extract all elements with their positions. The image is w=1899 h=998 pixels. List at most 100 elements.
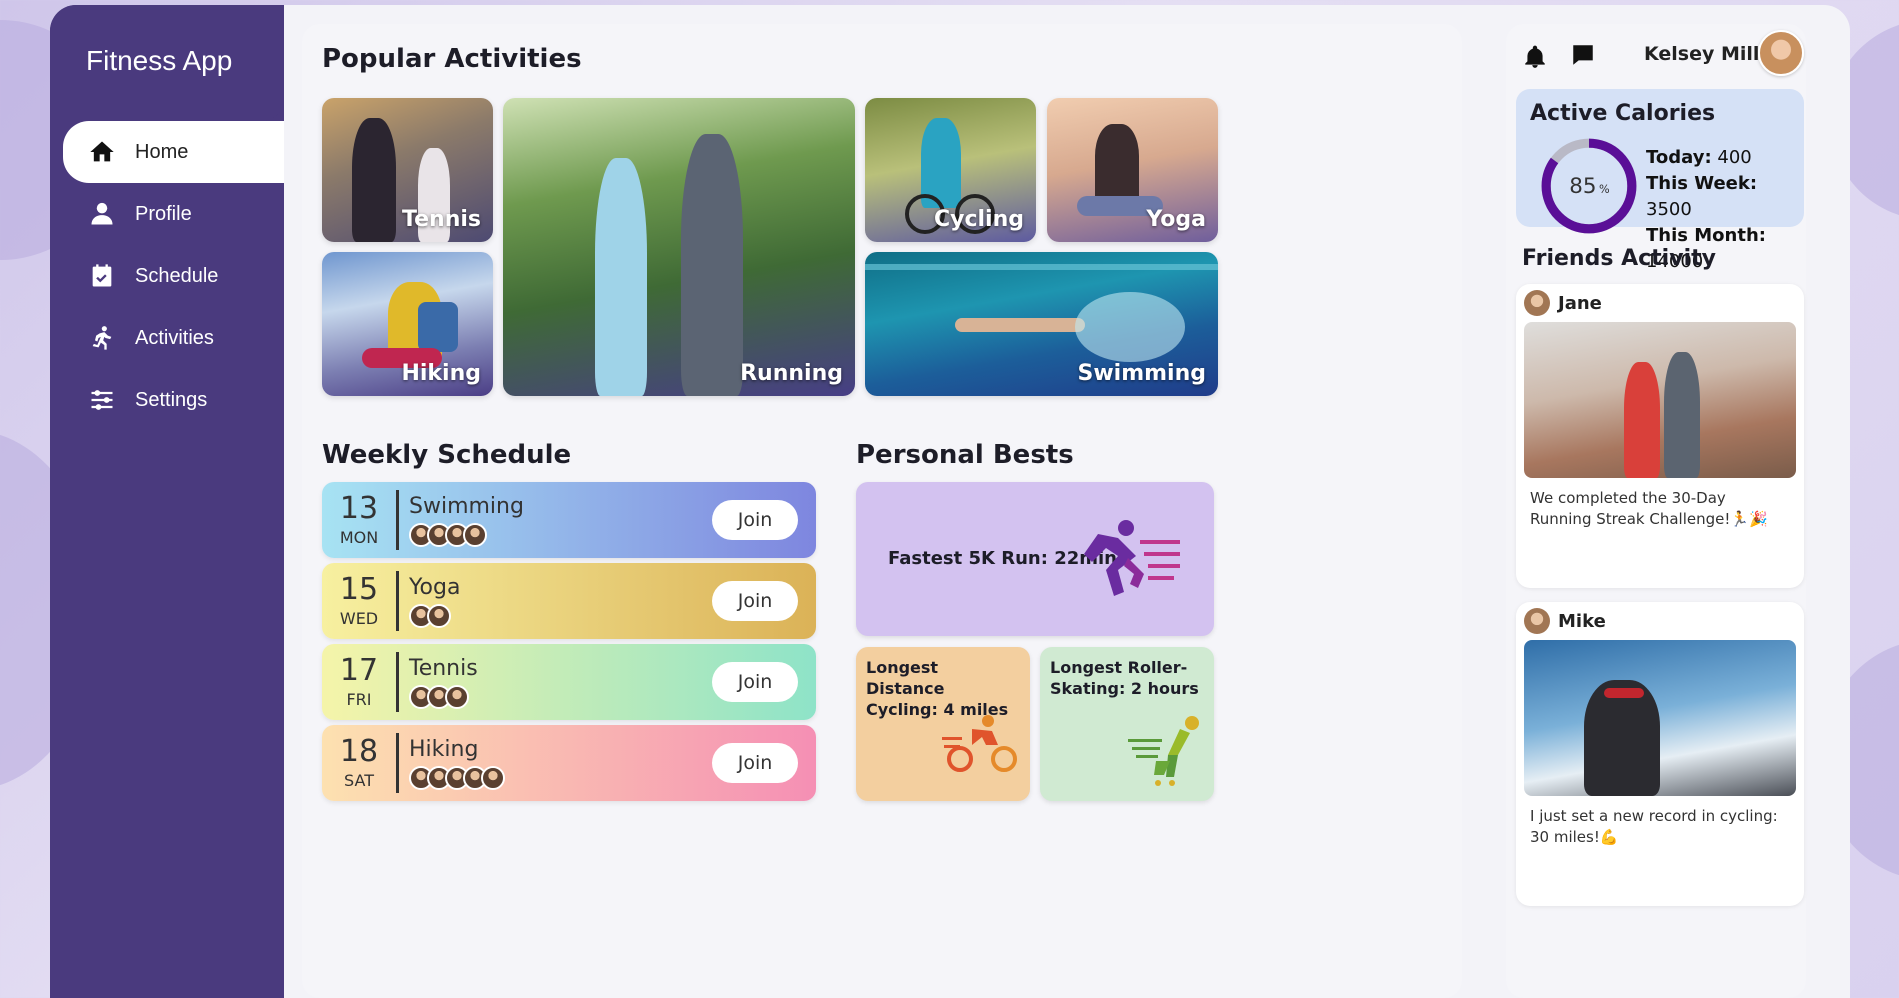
activity-tile-cycling[interactable]: Cycling bbox=[865, 98, 1036, 242]
calories-percent: 85 bbox=[1569, 174, 1596, 199]
calories-progress-ring: 85 % bbox=[1541, 138, 1637, 234]
divider bbox=[396, 571, 399, 631]
avatar bbox=[463, 522, 487, 547]
friend-name: Mike bbox=[1558, 610, 1606, 632]
activity-tile-label: Swimming bbox=[1077, 361, 1206, 386]
active-calories-title: Active Calories bbox=[1530, 101, 1716, 126]
divider bbox=[396, 652, 399, 712]
schedule-day: 15 bbox=[339, 571, 379, 607]
post-caption: I just set a new record in cycling: 30 m… bbox=[1530, 807, 1778, 846]
join-button[interactable]: Join bbox=[712, 581, 798, 621]
friend-post-jane: Jane We completed the 30-Day Running Str… bbox=[1516, 284, 1804, 588]
attendee-avatars bbox=[409, 684, 712, 709]
schedule-date: 18 SAT bbox=[322, 736, 396, 790]
chat-icon[interactable] bbox=[1570, 42, 1596, 72]
avatar bbox=[427, 603, 451, 628]
main-panel: Popular Activities Tennis Running Cyclin… bbox=[302, 24, 1462, 998]
popular-activities-title: Popular Activities bbox=[322, 44, 582, 74]
active-calories-card: Active Calories 85 % Today: 400 This Wee… bbox=[1516, 89, 1804, 272]
right-panel: Kelsey Miller Active Calories 85 % Today… bbox=[1506, 24, 1806, 998]
home-icon bbox=[85, 135, 119, 169]
friend-name: Jane bbox=[1558, 292, 1602, 314]
calories-percent-unit: % bbox=[1599, 183, 1610, 196]
sidebar: Fitness App Home Profile Schedule Activi… bbox=[50, 5, 284, 998]
month-label: This Month: bbox=[1646, 225, 1766, 246]
roller-skater-icon bbox=[1128, 716, 1199, 786]
activity-tile-label: Yoga bbox=[1146, 207, 1206, 232]
bell-icon[interactable] bbox=[1522, 44, 1548, 74]
activity-tile-running[interactable]: Running bbox=[503, 98, 855, 396]
post-photo bbox=[1524, 322, 1796, 478]
schedule-activity-name: Hiking bbox=[409, 736, 479, 762]
schedule-activity-name: Swimming bbox=[409, 493, 524, 519]
app-window: Fitness App Home Profile Schedule Activi… bbox=[50, 5, 1850, 998]
post-photo bbox=[1524, 640, 1796, 796]
weekly-schedule-title: Weekly Schedule bbox=[322, 440, 572, 470]
friends-activity-title: Friends Activity bbox=[1522, 246, 1716, 271]
nav-item-label: Profile bbox=[135, 202, 192, 225]
schedule-item-hiking: 18 SAT Hiking Join bbox=[322, 725, 816, 801]
post-caption: We completed the 30-Day Running Streak C… bbox=[1530, 489, 1768, 528]
activity-tile-swimming[interactable]: Swimming bbox=[865, 252, 1218, 396]
activity-tile-label: Running bbox=[740, 361, 843, 386]
sidebar-nav: Home Profile Schedule Activities Setting… bbox=[63, 121, 284, 431]
activity-tile-label: Cycling bbox=[933, 207, 1024, 232]
nav-item-label: Home bbox=[135, 140, 189, 163]
week-label: This Week: bbox=[1646, 173, 1758, 194]
nav-item-home[interactable]: Home bbox=[63, 121, 284, 183]
best-skating-text: Longest Roller-Skating: 2 hours bbox=[1050, 658, 1199, 698]
user-icon bbox=[85, 197, 119, 231]
schedule-weekday: FRI bbox=[346, 689, 372, 709]
divider bbox=[396, 733, 399, 793]
join-button[interactable]: Join bbox=[712, 662, 798, 702]
nav-item-settings[interactable]: Settings bbox=[63, 369, 284, 431]
join-button[interactable]: Join bbox=[712, 743, 798, 783]
schedule-date: 15 WED bbox=[322, 571, 396, 628]
schedule-item-yoga: 15 WED Yoga Join bbox=[322, 563, 816, 639]
best-cycling-text: Longest Distance Cycling: 4 miles bbox=[866, 658, 1009, 719]
calendar-icon bbox=[85, 259, 119, 293]
friend-post-mike: Mike I just set a new record in cycling:… bbox=[1516, 602, 1804, 906]
avatar bbox=[481, 765, 505, 790]
activity-tile-label: Hiking bbox=[401, 361, 481, 386]
avatar bbox=[1524, 608, 1550, 634]
activity-tile-tennis[interactable]: Tennis bbox=[322, 98, 493, 242]
runner-icon bbox=[1084, 520, 1180, 596]
join-button[interactable]: Join bbox=[712, 500, 798, 540]
nav-item-activities[interactable]: Activities bbox=[63, 307, 284, 369]
avatar bbox=[445, 684, 469, 709]
best-fastest-5k-card: Fastest 5K Run: 22min bbox=[856, 482, 1214, 636]
divider bbox=[396, 490, 399, 550]
activity-tile-hiking[interactable]: Hiking bbox=[322, 252, 493, 396]
activity-tile-label: Tennis bbox=[402, 207, 481, 232]
avatar bbox=[1524, 290, 1550, 316]
running-icon bbox=[85, 321, 119, 355]
week-value: 3500 bbox=[1646, 199, 1692, 220]
schedule-weekday: MON bbox=[339, 527, 379, 547]
schedule-date: 17 FRI bbox=[322, 652, 396, 709]
nav-item-label: Schedule bbox=[135, 264, 219, 287]
activity-tile-yoga[interactable]: Yoga bbox=[1047, 98, 1218, 242]
cyclist-icon bbox=[942, 715, 1017, 772]
schedule-activity-name: Yoga bbox=[409, 574, 461, 600]
schedule-day: 13 bbox=[339, 490, 379, 526]
today-label: Today: bbox=[1646, 147, 1712, 168]
schedule-weekday: SAT bbox=[344, 770, 374, 790]
schedule-date: 13 MON bbox=[322, 490, 396, 547]
attendee-avatars bbox=[409, 522, 712, 547]
attendee-avatars bbox=[409, 603, 712, 628]
nav-item-schedule[interactable]: Schedule bbox=[63, 245, 284, 307]
app-brand: Fitness App bbox=[86, 45, 233, 76]
nav-item-profile[interactable]: Profile bbox=[63, 183, 284, 245]
schedule-day: 17 bbox=[339, 652, 379, 688]
schedule-weekday: WED bbox=[339, 608, 379, 628]
personal-bests-title: Personal Bests bbox=[856, 440, 1074, 470]
nav-item-label: Settings bbox=[135, 388, 208, 411]
avatar[interactable] bbox=[1758, 30, 1804, 76]
attendee-avatars bbox=[409, 765, 712, 790]
schedule-item-swimming: 13 MON Swimming Join bbox=[322, 482, 816, 558]
sliders-icon bbox=[85, 383, 119, 417]
schedule-item-tennis: 17 FRI Tennis Join bbox=[322, 644, 816, 720]
schedule-activity-name: Tennis bbox=[409, 655, 478, 681]
nav-item-label: Activities bbox=[135, 326, 214, 349]
